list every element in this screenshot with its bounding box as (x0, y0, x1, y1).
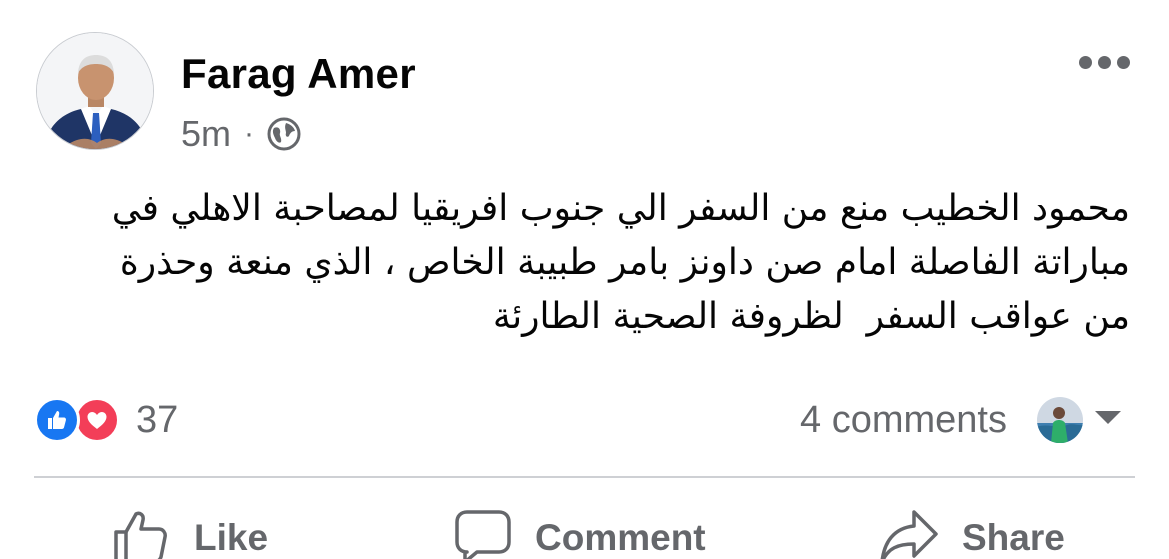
more-dot (1116, 55, 1130, 69)
avatar-photo (37, 33, 153, 149)
author-name[interactable]: Farag Amer (181, 50, 416, 98)
share-button[interactable]: Share (878, 505, 1065, 559)
comment-button[interactable]: Comment (453, 505, 706, 559)
post-timestamp[interactable]: 5m (181, 113, 231, 155)
more-dot (1097, 55, 1111, 69)
like-button[interactable]: Like (112, 505, 268, 559)
thumbs-up-icon (112, 508, 172, 559)
comment-label: Comment (535, 517, 706, 558)
globe-icon (267, 117, 301, 151)
like-reaction-icon (34, 397, 80, 443)
action-divider (34, 476, 1135, 478)
post-meta: 5m · (181, 112, 301, 156)
meta-separator: · (244, 117, 255, 150)
commenter-photo (1037, 397, 1083, 443)
post-card: Farag Amer 5m · محمود الخطيب منع من السف… (0, 0, 1169, 559)
comments-count-link[interactable]: 4 comments (800, 396, 1007, 444)
share-label: Share (962, 517, 1065, 558)
audience-caret-icon[interactable] (1095, 411, 1121, 424)
like-label: Like (194, 517, 269, 558)
love-reaction-icon (74, 397, 120, 443)
post-text: محمود الخطيب منع من السفر الي جنوب افريق… (100, 188, 1130, 337)
comment-bubble-icon (453, 508, 513, 559)
author-avatar[interactable] (36, 32, 154, 150)
share-arrow-icon (878, 508, 940, 559)
more-options-button[interactable] (1072, 48, 1136, 76)
reactions-summary[interactable]: 37 (34, 392, 178, 448)
reaction-count: 37 (136, 398, 179, 441)
more-dots-icon (1078, 55, 1092, 69)
commenter-avatar[interactable] (1037, 397, 1083, 443)
